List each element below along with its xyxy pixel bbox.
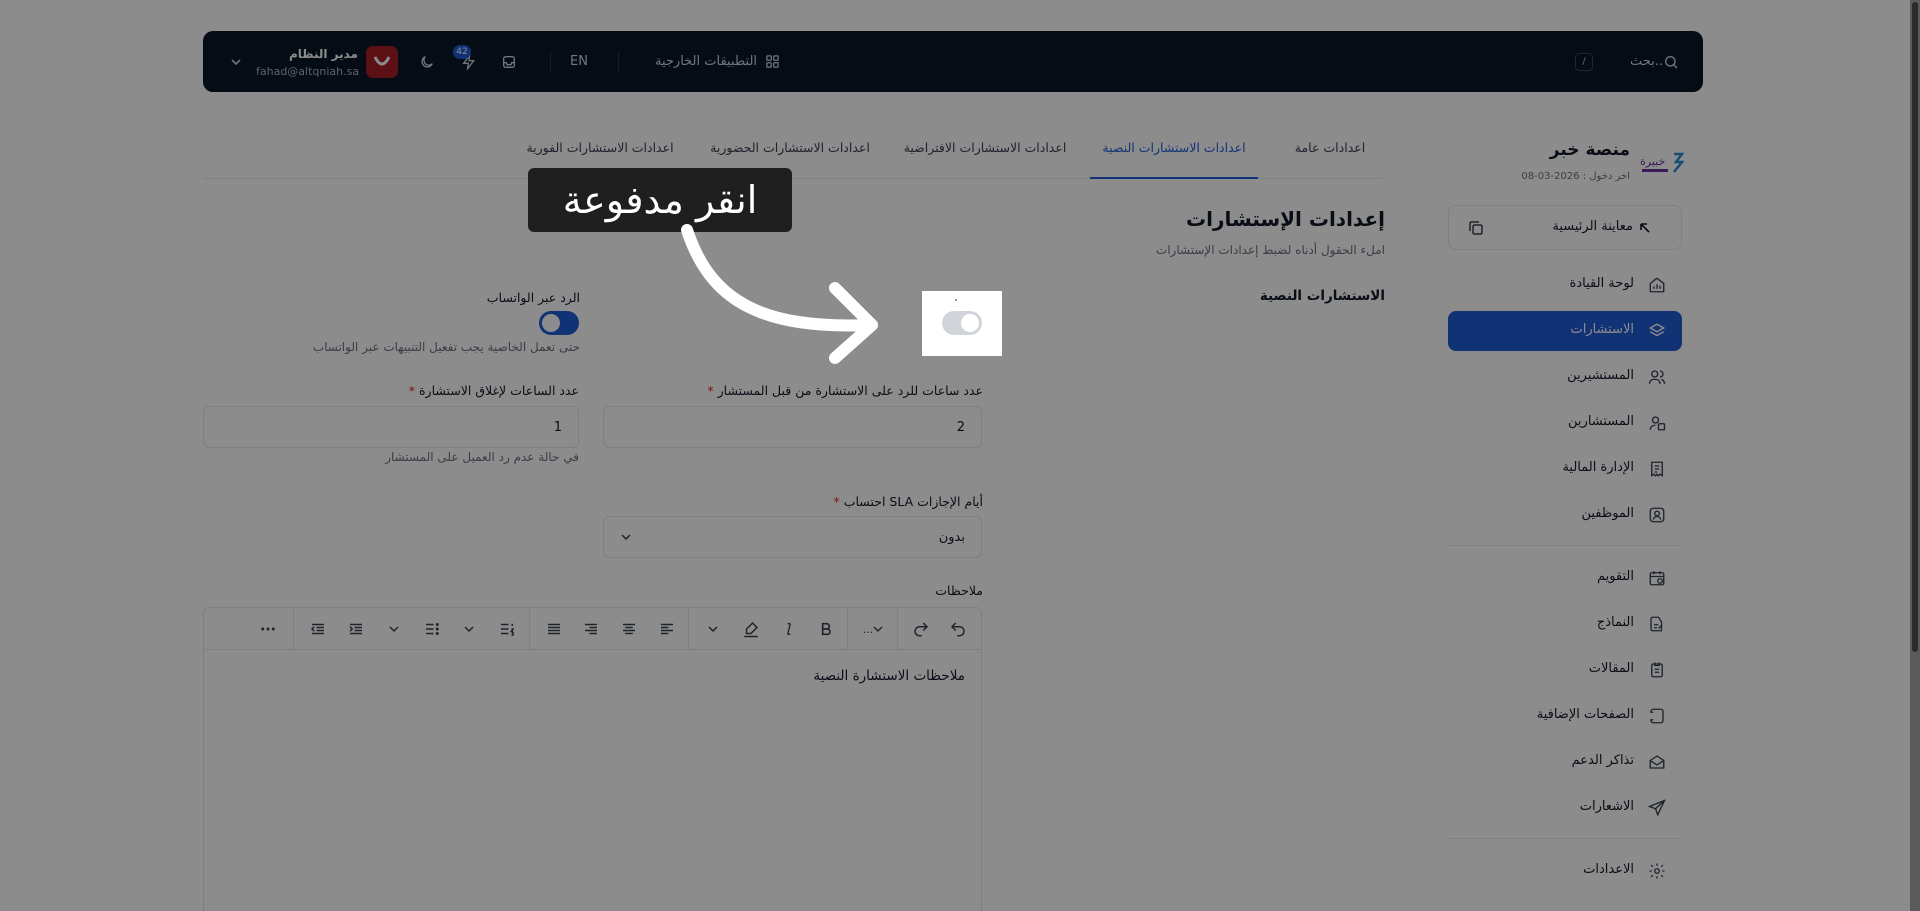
toggle-knob xyxy=(961,314,979,332)
indicator-dot xyxy=(955,299,957,301)
paid-toggle[interactable] xyxy=(942,311,982,335)
page-scrollbar-thumb[interactable] xyxy=(1912,2,1918,652)
tutorial-overlay xyxy=(0,0,1920,911)
highlighted-paid-toggle-area xyxy=(922,291,1002,356)
tutorial-arrow-icon xyxy=(681,224,878,364)
app-root: بحث.. / التطبيقات الخارجية EN 42 مدير ال… xyxy=(0,0,1920,911)
